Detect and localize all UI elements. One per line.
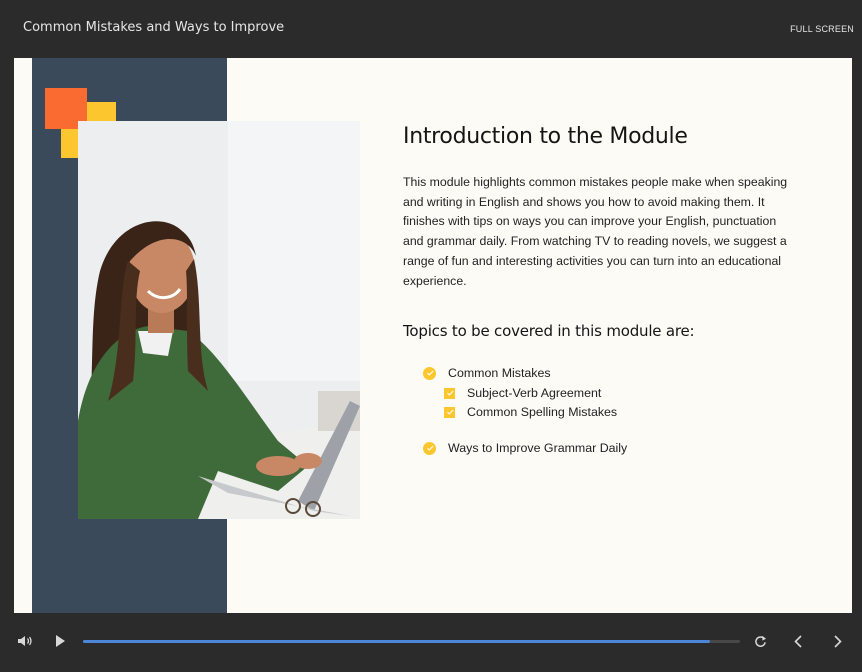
subtopic-label: Common Spelling Mistakes bbox=[467, 405, 618, 419]
volume-icon[interactable] bbox=[14, 631, 36, 651]
subtopic-item: Common Spelling Mistakes bbox=[444, 405, 617, 419]
subtopic-item: Subject-Verb Agreement bbox=[444, 386, 601, 400]
topics-heading: Topics to be covered in this module are: bbox=[403, 322, 695, 340]
slide: Introduction to the Module This module h… bbox=[14, 58, 852, 613]
student-photo bbox=[78, 121, 360, 519]
chevron-right-icon[interactable] bbox=[828, 631, 848, 651]
player-controls bbox=[0, 613, 862, 672]
topic-label: Common Mistakes bbox=[448, 366, 551, 380]
subtopic-label: Subject-Verb Agreement bbox=[467, 386, 602, 400]
course-title: Common Mistakes and Ways to Improve bbox=[23, 20, 285, 35]
check-circle-icon bbox=[423, 441, 436, 455]
topic-label: Ways to Improve Grammar Daily bbox=[448, 441, 628, 455]
check-box-icon bbox=[444, 387, 455, 399]
topic-item: Common Mistakes bbox=[423, 366, 551, 380]
title-bar: Common Mistakes and Ways to Improve FULL… bbox=[0, 0, 862, 58]
check-box-icon bbox=[444, 406, 455, 418]
intro-paragraph: This module highlights common mistakes p… bbox=[403, 175, 788, 288]
progress-fill bbox=[83, 640, 711, 643]
student-illustration bbox=[78, 121, 360, 519]
progress-bar[interactable] bbox=[83, 640, 740, 643]
replay-icon[interactable] bbox=[750, 631, 770, 651]
slide-heading: Introduction to the Module bbox=[403, 124, 688, 149]
chevron-left-icon[interactable] bbox=[788, 631, 808, 651]
play-icon[interactable] bbox=[50, 631, 70, 651]
fullscreen-button[interactable]: FULL SCREEN bbox=[790, 24, 854, 34]
check-circle-icon bbox=[423, 366, 436, 380]
topic-item: Ways to Improve Grammar Daily bbox=[423, 441, 627, 455]
